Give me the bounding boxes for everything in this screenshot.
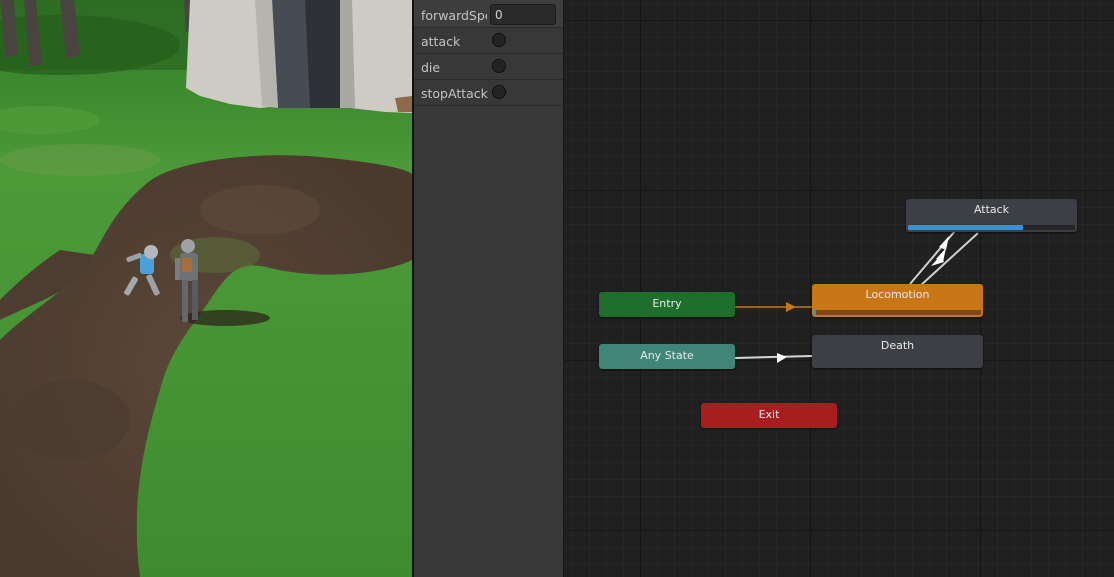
state-death[interactable]: Death <box>812 335 983 368</box>
state-any-state[interactable]: Any State <box>599 344 735 369</box>
attack-trigger-radio[interactable] <box>492 33 506 47</box>
param-name: stopAttack <box>421 86 488 101</box>
state-entry[interactable]: Entry <box>599 292 735 317</box>
stop-attack-trigger-radio[interactable] <box>492 85 506 99</box>
state-progress-bar <box>908 225 1075 230</box>
state-label: Death <box>880 339 915 352</box>
state-label: Any State <box>640 349 694 362</box>
forward-speed-input[interactable] <box>490 4 556 25</box>
state-exit[interactable]: Exit <box>701 403 837 428</box>
state-label: Attack <box>973 203 1010 216</box>
param-forward-speed: forwardSpe <box>414 0 563 28</box>
state-progress-fill <box>908 225 1024 230</box>
game-scene <box>0 0 412 577</box>
state-locomotion[interactable]: Locomotion <box>812 284 983 317</box>
param-attack: attack <box>414 28 563 54</box>
state-label: Entry <box>652 297 682 310</box>
game-view[interactable] <box>0 0 412 577</box>
param-name: die <box>421 60 441 75</box>
param-die: die <box>414 54 563 80</box>
parameters-panel: forwardSpe attack die stopAttack <box>414 0 564 577</box>
animator-graph[interactable]: Attack Entry Locomotion Any State Death … <box>565 0 1114 577</box>
param-stop-attack: stopAttack <box>414 80 563 106</box>
die-trigger-radio[interactable] <box>492 59 506 73</box>
transition-arrow-death <box>777 353 787 363</box>
state-progress-fill <box>814 310 816 315</box>
state-label: Locomotion <box>865 288 930 301</box>
param-name: forwardSpe <box>421 8 487 23</box>
transition-anystate-death <box>734 355 813 359</box>
transition-attack-locomotion <box>919 232 979 287</box>
building <box>186 0 412 113</box>
state-label: Exit <box>758 408 780 421</box>
state-attack[interactable]: Attack <box>906 199 1077 232</box>
state-progress-bar <box>814 310 981 315</box>
transition-arrow-entry <box>786 302 796 312</box>
param-name: attack <box>421 34 461 49</box>
